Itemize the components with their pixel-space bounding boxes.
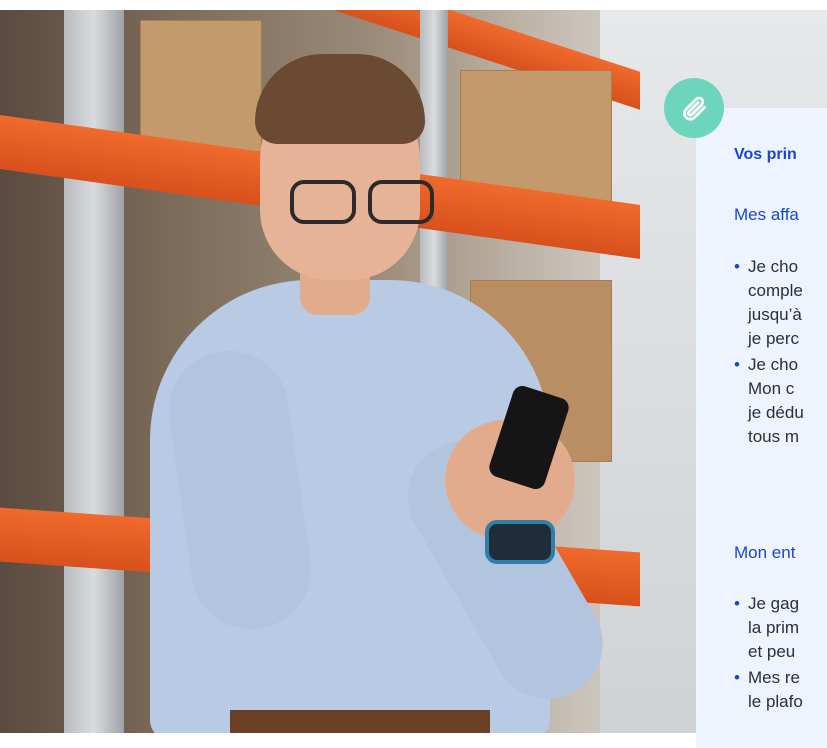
bullet-list: Je cho comple jusqu’à je perc Je cho Mon… bbox=[734, 255, 804, 451]
young-man-with-phone bbox=[140, 50, 623, 733]
list-item-line: je perc bbox=[748, 329, 800, 348]
shelf-post bbox=[64, 10, 124, 733]
list-item-line: Mon c bbox=[748, 379, 795, 398]
list-item-line: Je cho bbox=[748, 257, 799, 276]
list-item-line: et peu bbox=[748, 642, 796, 661]
list-item: Je cho comple jusqu’à je perc bbox=[734, 255, 804, 351]
list-item-line: Mes re bbox=[748, 668, 800, 687]
list-item-line: Je cho bbox=[748, 355, 799, 374]
paperclip-icon bbox=[664, 78, 724, 138]
list-item-line: Je gag bbox=[748, 594, 800, 613]
list-item-line: jusqu’à bbox=[748, 305, 802, 324]
list-item: Je gag la prim et peu bbox=[734, 592, 803, 664]
card-title: Vos prin bbox=[734, 146, 797, 163]
section-heading: Mes affa bbox=[734, 205, 799, 224]
wristwatch bbox=[485, 520, 555, 564]
glasses bbox=[290, 180, 440, 224]
list-item-line: la prim bbox=[748, 618, 800, 637]
list-item: Mes re le plafo bbox=[734, 666, 803, 714]
hair bbox=[255, 54, 425, 144]
list-item-line: comple bbox=[748, 281, 803, 300]
list-item-line: le plafo bbox=[748, 692, 803, 711]
list-item-line: tous m bbox=[748, 427, 800, 446]
belt bbox=[230, 710, 490, 733]
list-item: Je cho Mon c je dédu tous m bbox=[734, 353, 804, 449]
bullet-list: Je gag la prim et peu Mes re le plafo bbox=[734, 592, 803, 716]
list-item-line: je dédu bbox=[748, 403, 804, 422]
section-heading: Mon ent bbox=[734, 543, 796, 562]
